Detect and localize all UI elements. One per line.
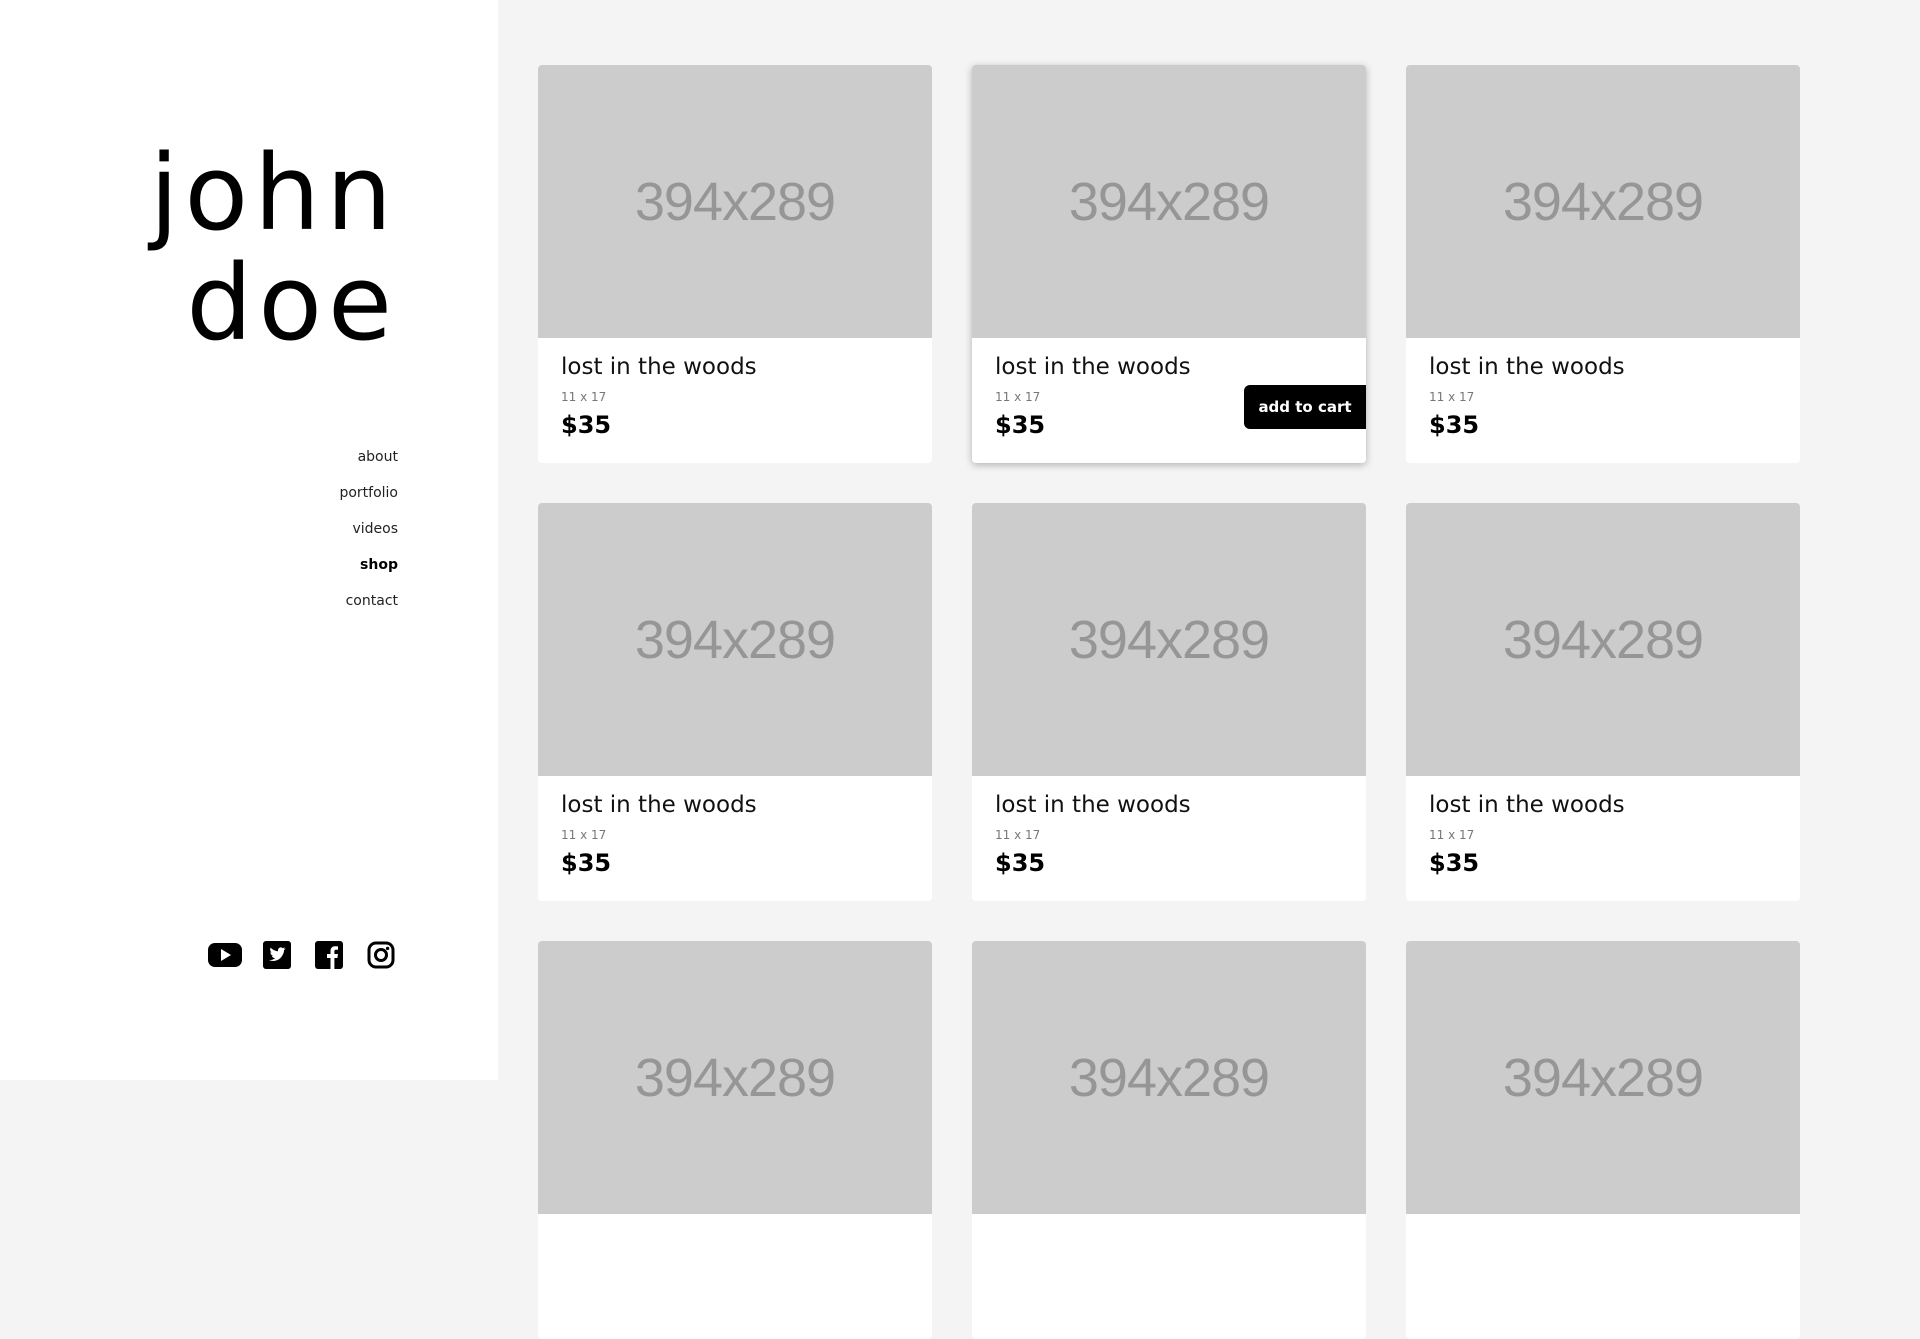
product-card[interactable]: 394x289 lost in the woods 11 x 17 $35 [1406, 65, 1800, 463]
product-size: 11 x 17 [1429, 390, 1475, 404]
product-image-placeholder: 394x289 [538, 65, 932, 338]
product-info: lost in the woods 11 x 17 $35 [1406, 338, 1800, 440]
product-card[interactable]: 394x289 [538, 941, 932, 1339]
product-grid: 394x289 lost in the woods 11 x 17 $35 39… [538, 65, 1800, 1339]
product-title: lost in the woods [561, 354, 757, 380]
brand-line-first: john [149, 132, 398, 254]
product-card-hovered[interactable]: 394x289 lost in the woods 11 x 17 $35 ad… [972, 65, 1366, 463]
social-links [208, 940, 398, 970]
product-image-placeholder: 394x289 [1406, 941, 1800, 1214]
nav-item-shop[interactable]: shop [339, 547, 398, 583]
product-card[interactable]: 394x289 lost in the woods 11 x 17 $35 [538, 503, 932, 901]
nav-item-videos[interactable]: videos [339, 511, 398, 547]
product-size: 11 x 17 [561, 390, 607, 404]
product-size: 11 x 17 [561, 828, 607, 842]
youtube-icon[interactable] [208, 940, 242, 970]
facebook-icon[interactable] [312, 940, 346, 970]
main-nav: about portfolio videos shop contact [339, 439, 398, 619]
instagram-icon[interactable] [364, 940, 398, 970]
nav-item-contact[interactable]: contact [339, 583, 398, 619]
product-price: $35 [561, 849, 612, 877]
product-title: lost in the woods [1429, 792, 1625, 818]
product-info: lost in the woods 11 x 17 $35 [538, 776, 932, 878]
product-image-placeholder: 394x289 [972, 65, 1366, 338]
product-image-placeholder: 394x289 [972, 503, 1366, 776]
product-title: lost in the woods [1429, 354, 1625, 380]
product-image-placeholder: 394x289 [972, 941, 1366, 1214]
nav-item-about[interactable]: about [339, 439, 398, 475]
nav-item-portfolio[interactable]: portfolio [339, 475, 398, 511]
twitter-icon[interactable] [260, 940, 294, 970]
product-info: lost in the woods 11 x 17 $35 [538, 338, 932, 440]
product-info: lost in the woods 11 x 17 $35 [972, 776, 1366, 878]
product-image-placeholder: 394x289 [1406, 65, 1800, 338]
product-image-placeholder: 394x289 [538, 503, 932, 776]
product-card[interactable]: 394x289 lost in the woods 11 x 17 $35 [972, 503, 1366, 901]
product-title: lost in the woods [561, 792, 757, 818]
product-info: lost in the woods 11 x 17 $35 [1406, 776, 1800, 878]
sidebar: john doe about portfolio videos shop con… [0, 0, 498, 1080]
brand-logo[interactable]: john doe [150, 138, 398, 358]
product-price: $35 [995, 849, 1046, 877]
product-size: 11 x 17 [995, 828, 1041, 842]
product-image-placeholder: 394x289 [538, 941, 932, 1214]
product-card[interactable]: 394x289 [1406, 941, 1800, 1339]
product-price: $35 [1429, 411, 1480, 439]
product-size: 11 x 17 [1429, 828, 1475, 842]
product-title: lost in the woods [995, 354, 1191, 380]
product-price: $35 [561, 411, 612, 439]
product-card[interactable]: 394x289 [972, 941, 1366, 1339]
product-price: $35 [1429, 849, 1480, 877]
add-to-cart-button[interactable]: add to cart [1244, 385, 1366, 429]
product-image-placeholder: 394x289 [1406, 503, 1800, 776]
product-card[interactable]: 394x289 lost in the woods 11 x 17 $35 [538, 65, 932, 463]
brand-line-last: doe [186, 242, 398, 364]
product-card[interactable]: 394x289 lost in the woods 11 x 17 $35 [1406, 503, 1800, 901]
product-title: lost in the woods [995, 792, 1191, 818]
